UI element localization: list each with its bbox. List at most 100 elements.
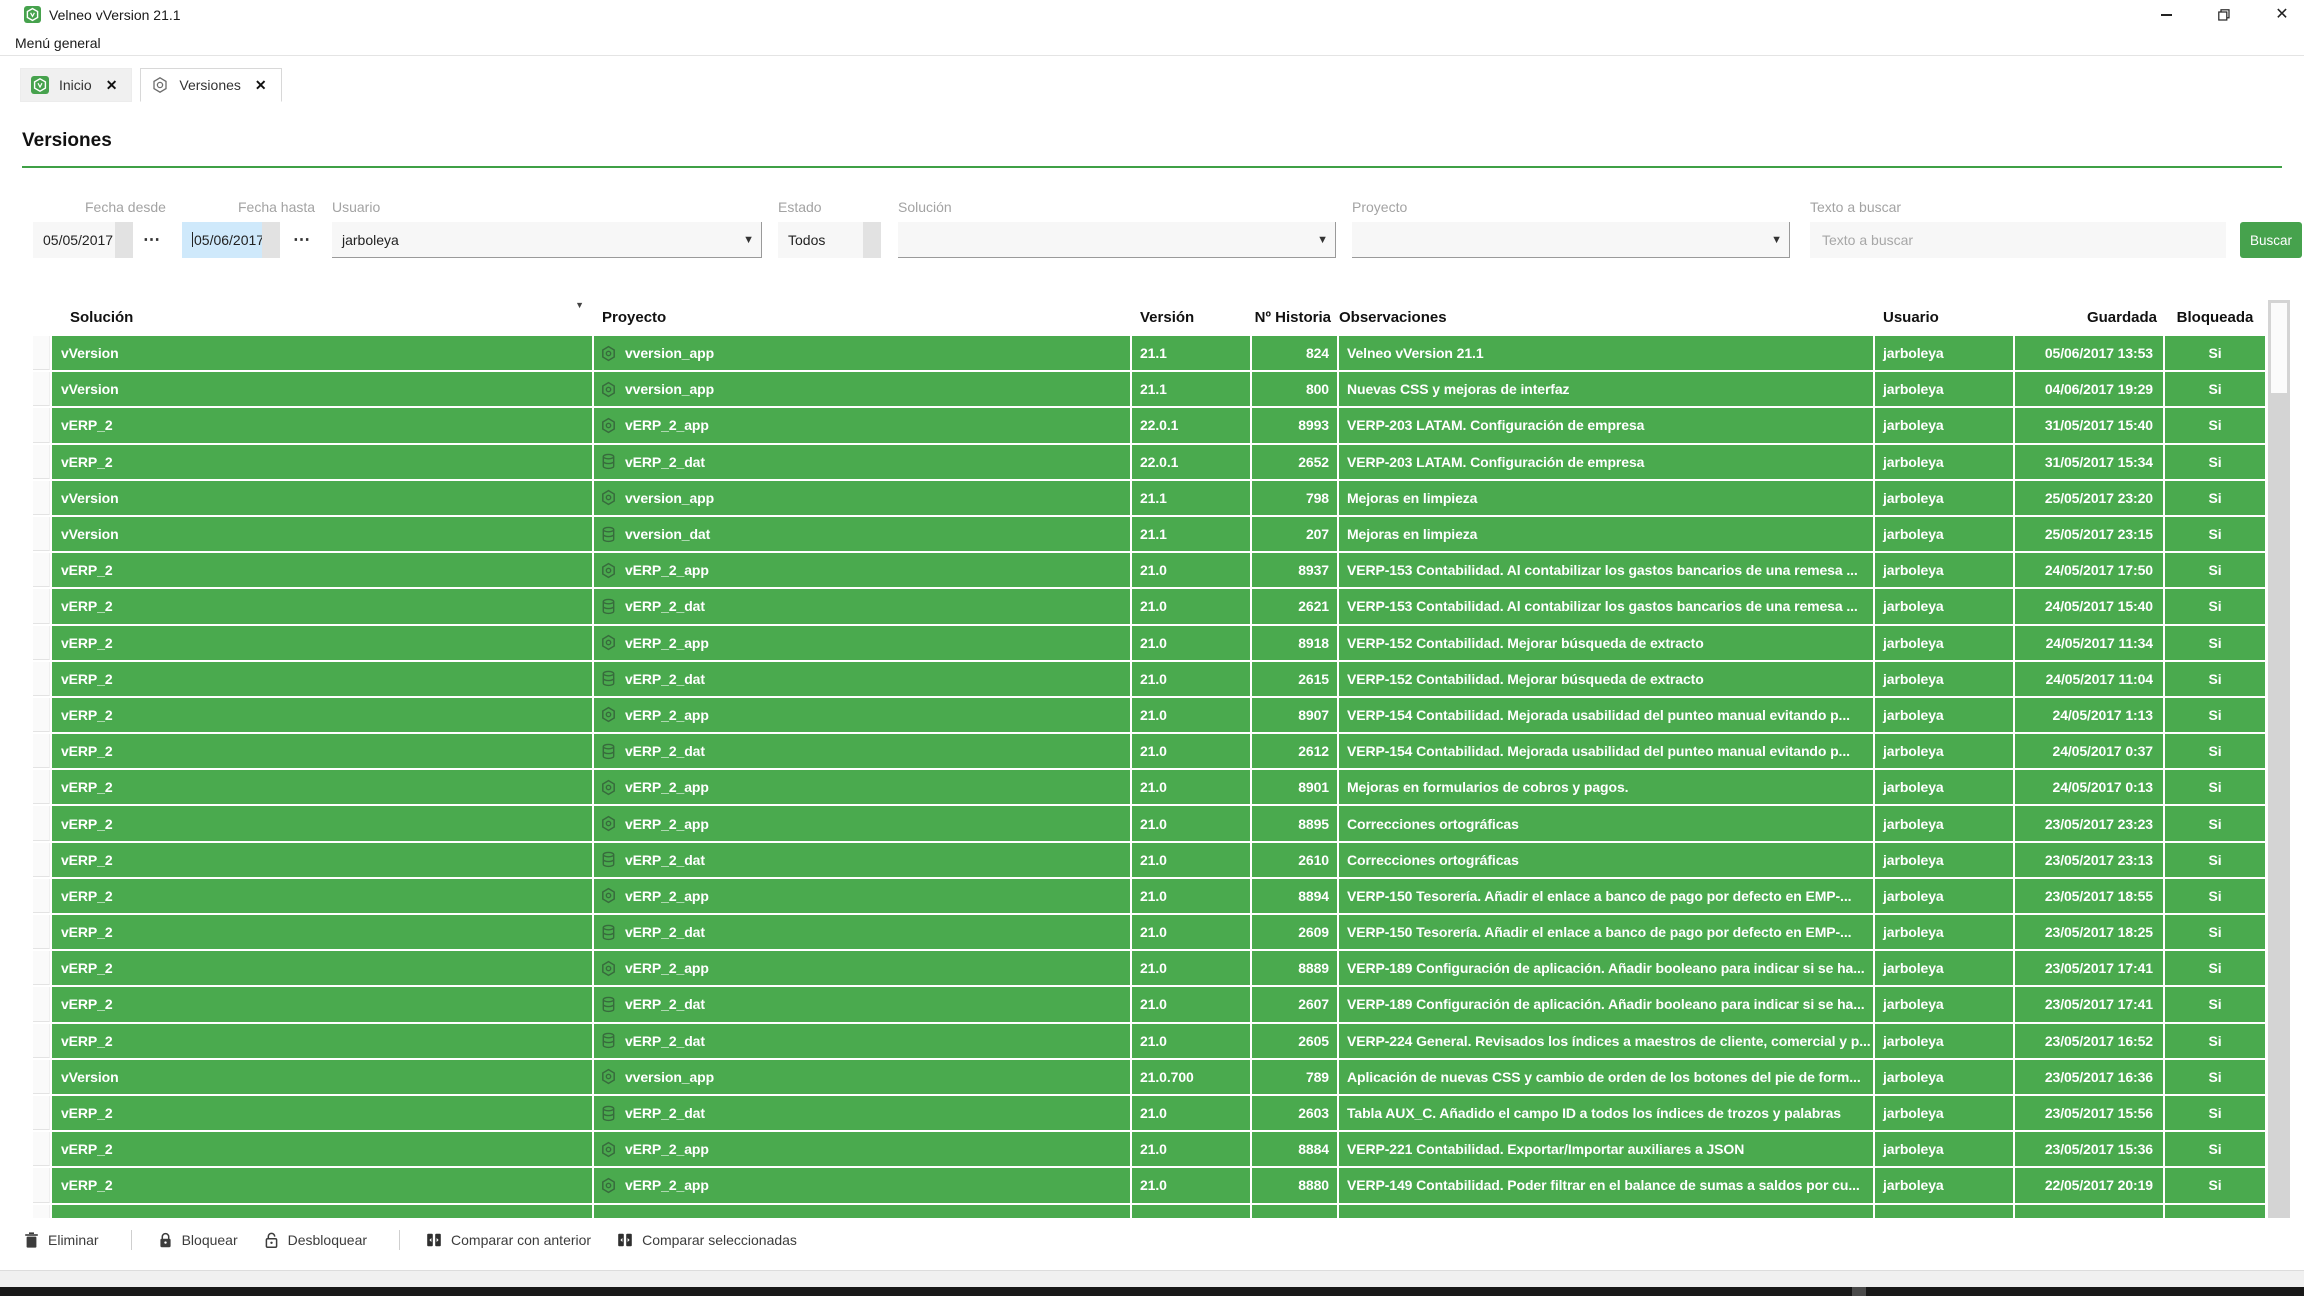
comparar-con-anterior-button[interactable]: Comparar con anterior [426,1232,591,1248]
fecha-hasta-field[interactable]: 05/06/2017 [182,222,280,258]
row-selector[interactable] [33,589,50,623]
chevron-down-icon: ▼ [743,234,754,246]
column-header-solucion[interactable]: Solución ▼ [52,300,592,334]
row-selector[interactable] [33,372,50,406]
column-header-guardada[interactable]: Guardada [2015,300,2163,334]
row-selector[interactable] [33,336,50,370]
close-icon[interactable]: ✕ [2274,7,2290,23]
fecha-hasta-more-icon[interactable]: ⋯ [290,222,314,258]
tab-close-icon[interactable]: ✕ [106,77,118,94]
bloquear-button[interactable]: Bloquear [158,1232,238,1248]
row-selector[interactable] [33,987,50,1021]
row-selector[interactable] [33,626,50,660]
row-selector[interactable] [33,1024,50,1058]
column-header-bloqueada[interactable]: Bloqueada [2165,300,2265,334]
eliminar-button[interactable]: Eliminar [24,1232,99,1248]
table-row[interactable]: vERP_2 vERP_2_app 21.0 8937 VERP-153 Con… [33,553,2265,587]
table-row[interactable]: vERP_2 vERP_2_app 21.0 8901 Mejoras en f… [33,770,2265,804]
cell-historia: 2652 [1252,445,1337,479]
table-row[interactable]: vERP_2 vERP_2_dat 21.0 2621 VERP-153 Con… [33,589,2265,623]
row-selector[interactable] [33,553,50,587]
row-selector[interactable] [33,481,50,515]
row-selector[interactable] [33,734,50,768]
table-row[interactable]: vERP_2 vERP_2_dat 21.0 2607 VERP-189 Con… [33,987,2265,1021]
velneo-logo-icon [24,6,41,23]
fecha-desde-field[interactable]: 05/05/2017 [33,222,133,258]
vertical-scrollbar[interactable] [2268,300,2290,1218]
estado-field[interactable]: Todos [778,222,881,258]
menu-general[interactable]: Menú general [15,35,101,51]
cell-usuario: jarboleya [1875,589,2013,623]
table-row[interactable]: vERP_2 vERP_2_app 22.0.1 8993 VERP-203 L… [33,408,2265,442]
row-selector[interactable] [33,1205,50,1219]
row-selector[interactable] [33,951,50,985]
column-header-observaciones[interactable]: Observaciones [1339,300,1873,334]
row-selector[interactable] [33,698,50,732]
table-row[interactable]: vERP_2 vERP_2_dat 22.0.1 2652 VERP-203 L… [33,445,2265,479]
estado-spinner[interactable] [863,222,881,258]
proyecto-combo[interactable]: ▼ [1352,222,1790,258]
row-selector[interactable] [33,662,50,696]
row-selector[interactable] [33,517,50,551]
fecha-hasta-spinner[interactable] [262,222,280,258]
table-row[interactable]: vERP_2 vERP_2_app 21.0 8918 VERP-152 Con… [33,626,2265,660]
cell-version [1132,1205,1250,1219]
cell-version: 22.0.1 [1132,445,1250,479]
cell-historia: 8993 [1252,408,1337,442]
table-row[interactable]: vERP_2 vERP_2_dat 21.0 2605 VERP-224 Gen… [33,1024,2265,1058]
row-selector[interactable] [33,1096,50,1130]
texto-a-buscar-input[interactable] [1810,222,2226,258]
column-header-version[interactable]: Versión [1132,300,1250,334]
cell-historia: 824 [1252,336,1337,370]
cell-usuario: jarboleya [1875,1168,2013,1202]
fecha-desde-more-icon[interactable]: ⋯ [140,222,164,258]
table-row[interactable]: vERP_2 vERP_2_app 21.0 8889 VERP-189 Con… [33,951,2265,985]
buscar-button[interactable]: Buscar [2240,222,2302,258]
table-row[interactable]: vERP_2 vERP_2_app 21.0 8895 Correcciones… [33,806,2265,840]
cell-bloqueada: Si [2165,445,2265,479]
row-selector[interactable] [33,445,50,479]
table-row[interactable]: vERP_2 vERP_2_dat 21.0 2612 VERP-154 Con… [33,734,2265,768]
table-row[interactable]: vVersion vversion_app 21.1 800 Nuevas CS… [33,372,2265,406]
solucion-combo[interactable]: ▼ [898,222,1336,258]
tab-inicio[interactable]: Inicio ✕ [20,68,132,102]
table-row[interactable]: vVersion vversion_app 21.1 824 Velneo vV… [33,336,2265,370]
row-selector[interactable] [33,843,50,877]
minimize-icon[interactable] [2158,7,2174,23]
table-row[interactable] [33,1205,2265,1219]
table-row[interactable]: vERP_2 vERP_2_app 21.0 8880 VERP-149 Con… [33,1168,2265,1202]
fecha-desde-spinner[interactable] [115,222,133,258]
table-row[interactable]: vVersion vversion_dat 21.1 207 Mejoras e… [33,517,2265,551]
row-selector[interactable] [33,806,50,840]
cell-solucion: vVersion [61,526,119,542]
desbloquear-button[interactable]: Desbloquear [264,1232,367,1248]
comparar-seleccionadas-button[interactable]: Comparar seleccionadas [617,1232,797,1248]
table-row[interactable]: vERP_2 vERP_2_dat 21.0 2615 VERP-152 Con… [33,662,2265,696]
usuario-combo[interactable]: jarboleya ▼ [332,222,762,258]
row-selector[interactable] [33,879,50,913]
row-selector[interactable] [33,770,50,804]
restore-icon[interactable] [2216,7,2232,23]
table-row[interactable]: vERP_2 vERP_2_dat 21.0 2609 VERP-150 Tes… [33,915,2265,949]
table-row[interactable]: vERP_2 vERP_2_app 21.0 8894 VERP-150 Tes… [33,879,2265,913]
row-selector[interactable] [33,915,50,949]
table-row[interactable]: vERP_2 vERP_2_dat 21.0 2610 Correcciones… [33,843,2265,877]
row-selector[interactable] [33,1168,50,1202]
column-header-historia[interactable]: Nº Historia [1252,300,1337,334]
table-row[interactable]: vVersion vversion_app 21.0.700 789 Aplic… [33,1060,2265,1094]
table-row[interactable]: vERP_2 vERP_2_dat 21.0 2603 Tabla AUX_C.… [33,1096,2265,1130]
tab-versiones[interactable]: Versiones ✕ [140,68,281,102]
column-header-usuario[interactable]: Usuario [1875,300,2013,334]
table-row[interactable]: vVersion vversion_app 21.1 798 Mejoras e… [33,481,2265,515]
row-selector[interactable] [33,1060,50,1094]
cell-bloqueada: Si [2165,806,2265,840]
table-row[interactable]: vERP_2 vERP_2_app 21.0 8907 VERP-154 Con… [33,698,2265,732]
status-bar [0,1270,2304,1287]
table-row[interactable]: vERP_2 vERP_2_app 21.0 8884 VERP-221 Con… [33,1132,2265,1166]
tab-close-icon[interactable]: ✕ [255,77,267,94]
row-selector[interactable] [33,1132,50,1166]
column-header-proyecto[interactable]: Proyecto [594,300,1130,334]
cell-solucion: vVersion [61,1069,119,1085]
scrollbar-thumb[interactable] [2271,303,2287,393]
row-selector[interactable] [33,408,50,442]
